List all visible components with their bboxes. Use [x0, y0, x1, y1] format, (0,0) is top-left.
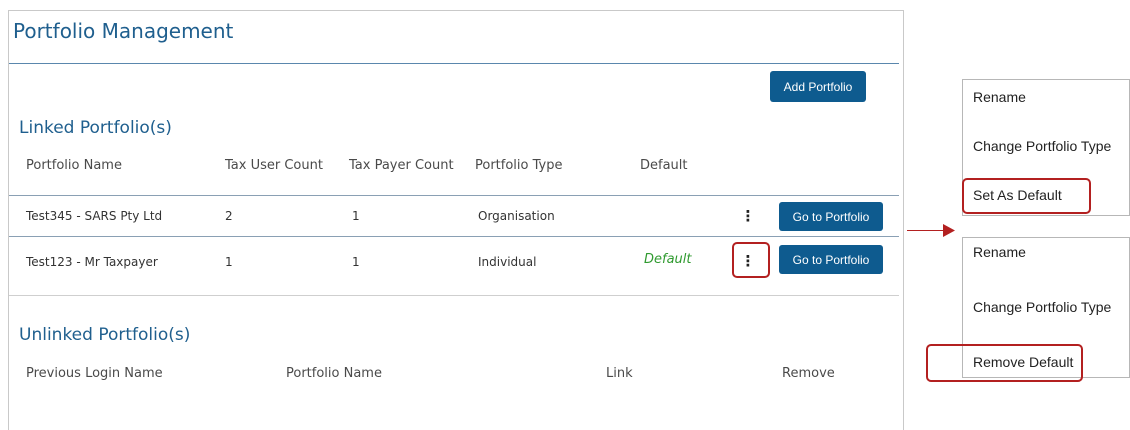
menu-item-rename[interactable]: Rename — [973, 89, 1026, 105]
portfolio-management-panel: Portfolio Management Add Portfolio Linke… — [8, 10, 904, 430]
column-header-tax-payer-count: Tax Payer Count — [349, 158, 454, 173]
column-header-link: Link — [606, 366, 633, 381]
column-header-default: Default — [640, 158, 688, 173]
tax-payer-count: 1 — [352, 209, 360, 223]
set-default-highlight — [962, 178, 1091, 214]
tax-payer-count: 1 — [352, 255, 360, 269]
menu-item-change-portfolio-type[interactable]: Change Portfolio Type — [973, 138, 1111, 154]
portfolio-name: Test345 - SARS Pty Ltd — [26, 209, 163, 223]
title-divider — [9, 63, 899, 64]
add-portfolio-button[interactable]: Add Portfolio — [770, 71, 866, 102]
section-divider — [9, 295, 899, 296]
go-to-portfolio-button[interactable]: Go to Portfolio — [779, 245, 883, 274]
page-title: Portfolio Management — [13, 19, 234, 43]
kebab-highlight — [732, 242, 770, 278]
tax-user-count: 2 — [225, 209, 233, 223]
annotation-arrow-line — [907, 230, 945, 231]
more-options-icon[interactable]: ⋮ — [741, 207, 756, 225]
portfolio-type: Individual — [478, 255, 537, 269]
column-header-tax-user-count: Tax User Count — [225, 158, 323, 173]
annotation-arrow-icon — [943, 224, 955, 237]
row-divider — [9, 236, 899, 237]
go-to-portfolio-button[interactable]: Go to Portfolio — [779, 202, 883, 231]
column-header-portfolio-type: Portfolio Type — [475, 158, 563, 173]
linked-portfolios-title: Linked Portfolio(s) — [19, 118, 172, 138]
column-header-portfolio-name: Portfolio Name — [26, 158, 122, 173]
column-header-remove: Remove — [782, 366, 835, 381]
menu-item-change-portfolio-type[interactable]: Change Portfolio Type — [973, 299, 1111, 315]
unlinked-portfolios-title: Unlinked Portfolio(s) — [19, 325, 191, 345]
tax-user-count: 1 — [225, 255, 233, 269]
menu-item-rename[interactable]: Rename — [973, 244, 1026, 260]
table-header-divider — [9, 195, 899, 196]
default-badge: Default — [644, 252, 692, 267]
portfolio-type: Organisation — [478, 209, 555, 223]
column-header-previous-login-name: Previous Login Name — [26, 366, 163, 381]
column-header-unlinked-portfolio-name: Portfolio Name — [286, 366, 382, 381]
remove-default-highlight — [926, 344, 1083, 382]
portfolio-name: Test123 - Mr Taxpayer — [26, 255, 158, 269]
